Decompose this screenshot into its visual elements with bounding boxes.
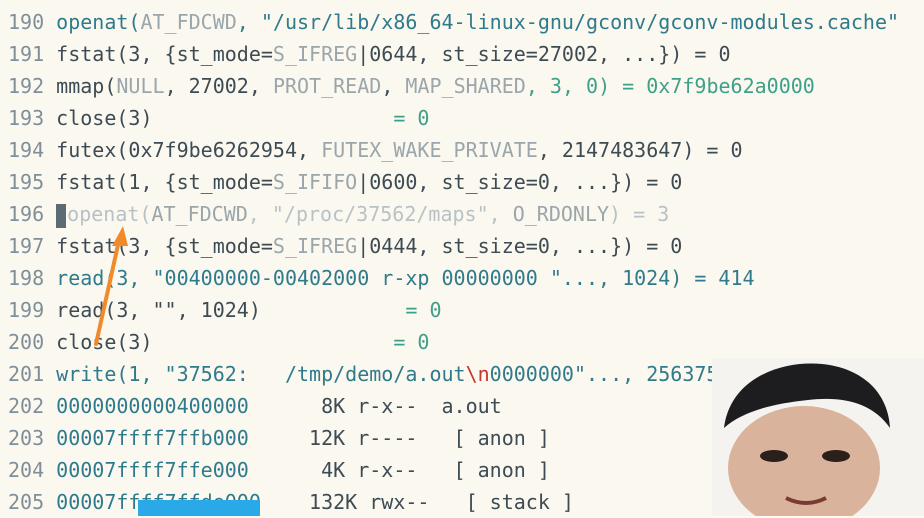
webcam-overlay (712, 358, 924, 516)
screen-overlay-bar (138, 500, 260, 516)
presenter-video (724, 363, 890, 516)
